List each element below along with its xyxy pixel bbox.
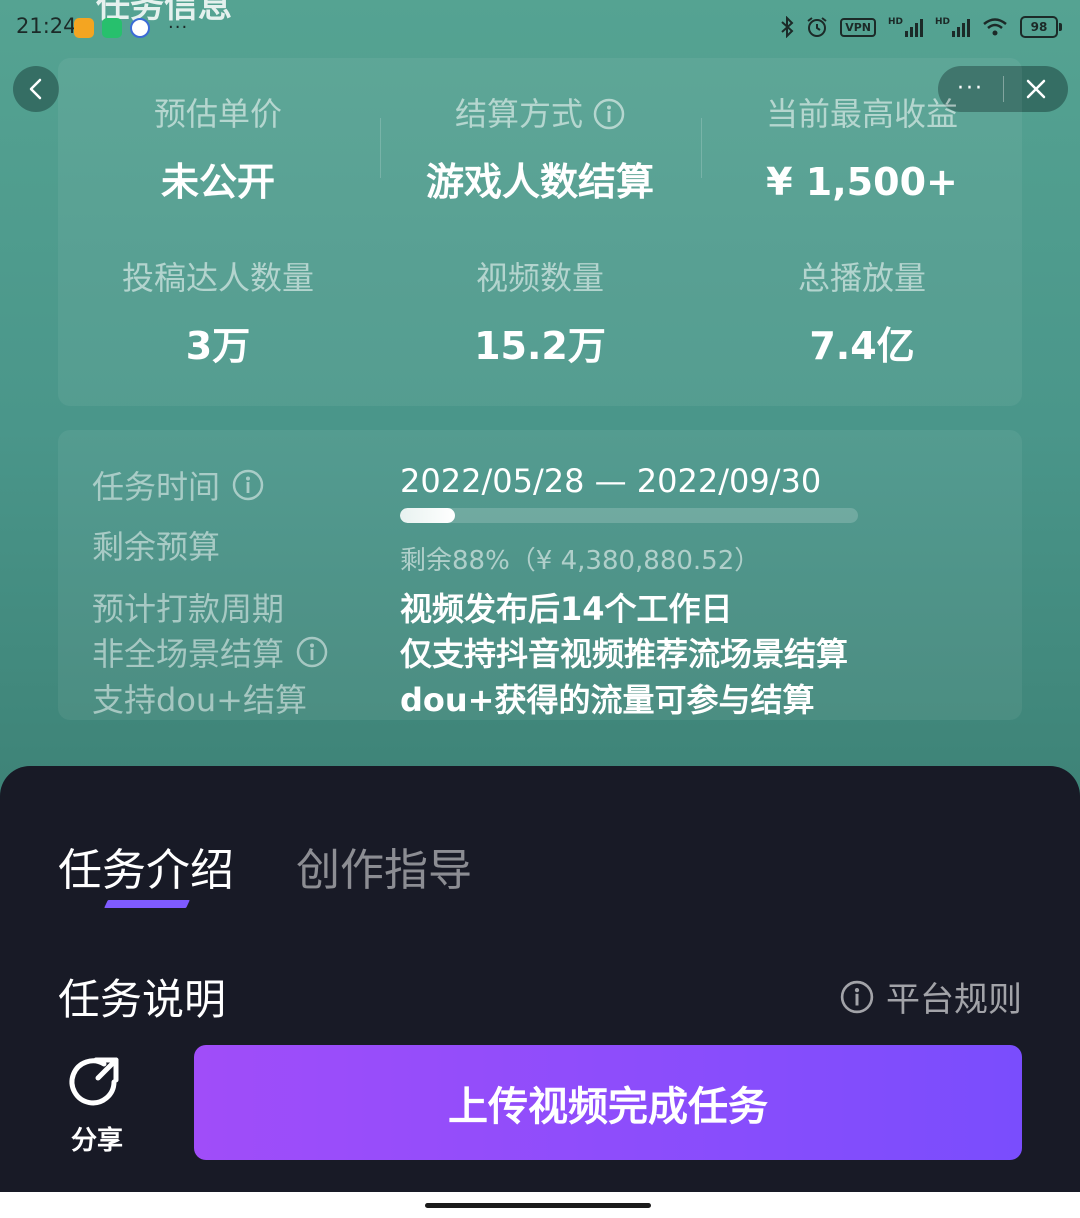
stat-label: 视频数量 [475, 259, 604, 297]
stat-settlement-method: 结算方式 游戏人数结算 [380, 94, 700, 206]
signal-icon: HD [888, 17, 923, 37]
app-notification-icon [102, 17, 122, 38]
stat-value: 未公开 [160, 160, 275, 204]
stat-value: 3万 [185, 324, 251, 368]
share-button[interactable]: 分享 [62, 1052, 132, 1157]
platform-rules-label: 平台规则 [886, 980, 1022, 1020]
status-time: 21:24 [16, 14, 77, 38]
share-label: 分享 [70, 1126, 123, 1156]
active-tab-indicator [104, 900, 190, 908]
signal-icon: HD [935, 17, 970, 37]
stat-label: 当前最高收益 [765, 95, 958, 133]
stat-creator-count: 投稿达人数量 3万 [58, 258, 378, 370]
share-icon [69, 1057, 119, 1106]
more-notifications-icon: ··· [168, 17, 189, 38]
dou-plus-label: 支持dou+结算 [92, 681, 307, 719]
scene-settlement-label: 非全场景结算 [92, 635, 285, 673]
battery-icon: 98 [1020, 16, 1062, 38]
payment-cycle-value: 视频发布后14个工作日 [400, 590, 733, 628]
stat-unit-price: 预估单价 未公开 [58, 94, 378, 206]
close-icon [1026, 79, 1046, 99]
task-time-value: 2022/05/28 — 2022/09/30 [400, 462, 822, 500]
home-indicator[interactable] [425, 1203, 651, 1208]
platform-rules-link[interactable]: 平台规则 [840, 972, 1022, 1021]
bluetooth-icon [781, 16, 794, 38]
system-icons: VPN HD HD 98 [780, 16, 1062, 38]
info-icon[interactable] [232, 469, 264, 501]
payment-cycle-label: 预计打款周期 [92, 590, 285, 628]
app-notification-icon [74, 17, 94, 38]
budget-progress-fill [400, 508, 455, 523]
task-time-label: 任务时间 [92, 468, 221, 506]
budget-progress-bar [400, 508, 858, 523]
tab-creation-guide[interactable]: 创作指导 [296, 834, 472, 898]
vpn-icon: VPN [840, 17, 876, 37]
dou-plus-value: dou+获得的流量可参与结算 [400, 681, 815, 719]
alarm-icon [807, 17, 827, 37]
scene-settlement-value: 仅支持抖音视频推荐流场景结算 [400, 635, 849, 673]
info-icon[interactable] [296, 636, 328, 668]
budget-label: 剩余预算 [92, 528, 221, 566]
stat-total-plays: 总播放量 7.4亿 [702, 258, 1022, 370]
stat-value: 15.2万 [474, 324, 606, 368]
bottom-sheet: 任务介绍 创作指导 任务说明 平台规则 分享 上传视频完成任务 [0, 766, 1080, 1218]
wifi-icon [983, 18, 1007, 36]
stat-label: 预估单价 [153, 95, 282, 133]
stat-label: 投稿达人数量 [121, 259, 314, 297]
chevron-left-icon [29, 78, 42, 100]
stat-value: 7.4亿 [809, 324, 915, 368]
back-button[interactable] [13, 66, 59, 112]
upload-video-button[interactable]: 上传视频完成任务 [194, 1045, 1022, 1160]
notification-icons: ··· [74, 17, 188, 38]
stat-label: 结算方式 [454, 95, 583, 133]
navigation-bar [0, 1192, 1080, 1218]
stat-value: ¥ 1,500+ [766, 160, 958, 204]
app-notification-icon [130, 17, 150, 38]
budget-remaining-text: 剩余88%（¥ 4,380,880.52） [400, 546, 761, 576]
stat-label: 总播放量 [797, 259, 926, 297]
task-stats-card: 预估单价 未公开 结算方式 游戏人数结算 当前最高收益 ¥ 1,500+ 投稿达… [58, 58, 1022, 406]
tab-task-intro[interactable]: 任务介绍 [58, 834, 234, 898]
info-icon [840, 980, 874, 1013]
status-bar: 21:24 ··· VPN HD HD 98 [0, 0, 1080, 56]
stat-video-count: 视频数量 15.2万 [380, 258, 700, 370]
task-detail-card: 任务时间 2022/05/28 — 2022/09/30 剩余预算 剩余88%（… [58, 430, 1022, 720]
section-title: 任务说明 [58, 975, 227, 1024]
stat-max-earning: 当前最高收益 ¥ 1,500+ [702, 94, 1022, 206]
info-icon[interactable] [593, 98, 625, 130]
stat-value: 游戏人数结算 [425, 160, 654, 204]
